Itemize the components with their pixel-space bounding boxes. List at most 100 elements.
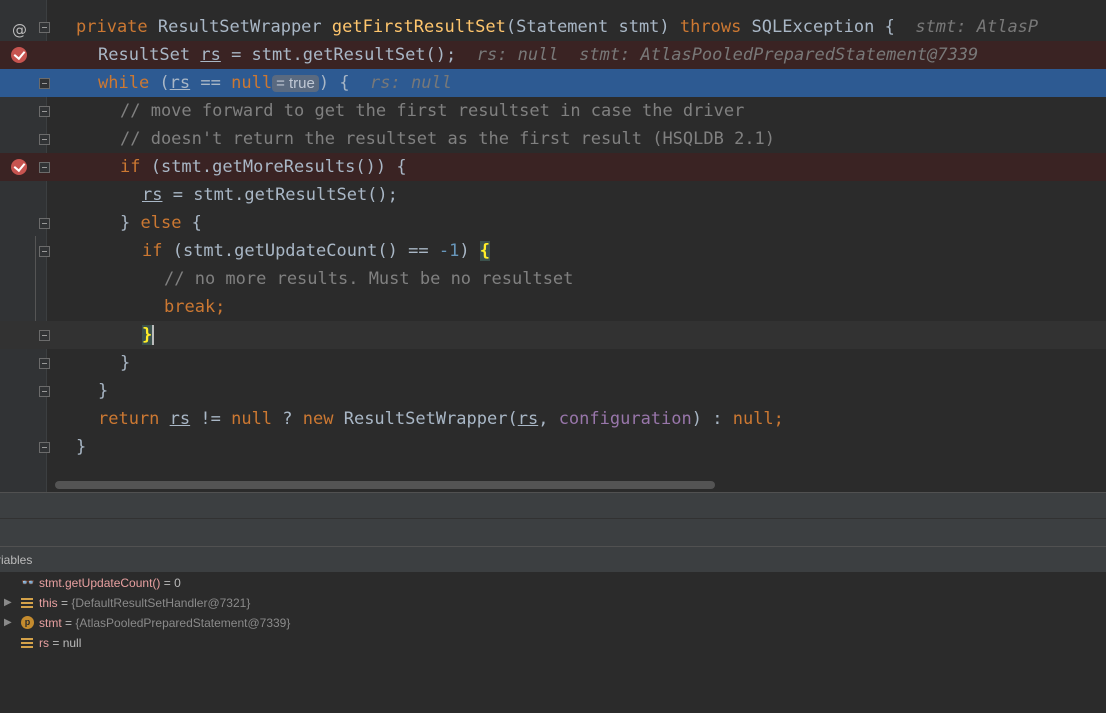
keyword: private xyxy=(76,17,158,37)
parameter-icon: p xyxy=(21,616,34,629)
code-editor[interactable]: @ private ResultSetWrapper getFirstResul… xyxy=(0,0,1106,492)
code-line-6[interactable]: if (stmt.getMoreResults()) { xyxy=(0,153,1106,181)
keyword: if xyxy=(142,241,173,261)
code-line-15[interactable]: return rs != null ? new ResultSetWrapper… xyxy=(0,405,1106,433)
code-line-7[interactable]: rs = stmt.getResultSet(); xyxy=(0,181,1106,209)
variables-title: riables xyxy=(0,553,33,567)
variable-row[interactable]: rs = null xyxy=(0,633,1106,653)
inline-debug-value: rs: null xyxy=(370,73,452,93)
horizontal-scrollbar[interactable] xyxy=(55,481,715,489)
variable-separator: = xyxy=(160,576,175,590)
matched-brace: } xyxy=(142,325,153,345)
fold-toggle-icon[interactable] xyxy=(39,442,50,453)
variable-value: null xyxy=(62,636,82,650)
code-text: ) xyxy=(459,241,480,261)
expand-arrow-icon[interactable]: ▶ xyxy=(4,593,12,613)
code-line-4[interactable]: // move forward to get the first results… xyxy=(0,97,1106,125)
fold-toggle-icon[interactable] xyxy=(39,134,50,145)
inline-debug-value: rs: null xyxy=(476,45,559,65)
fold-toggle-icon[interactable] xyxy=(39,106,50,117)
code-text: , xyxy=(538,409,559,429)
variable-value: {AtlasPooledPreparedStatement@7339} xyxy=(75,616,291,630)
expand-arrow-icon[interactable]: ▶ xyxy=(4,613,12,633)
code-text: SQLException { xyxy=(751,17,895,37)
variable-separator: = xyxy=(61,616,76,630)
code-line-1[interactable]: @ private ResultSetWrapper getFirstResul… xyxy=(0,13,1106,41)
keyword: new xyxy=(302,409,344,429)
code-text: ? xyxy=(272,409,303,429)
keyword: else xyxy=(140,213,182,233)
keyword: while xyxy=(98,73,160,93)
code-text: } xyxy=(120,353,131,373)
matched-brace: { xyxy=(479,241,491,261)
code-text: { xyxy=(181,213,202,233)
code-comment: // doesn't return the resultset as the f… xyxy=(120,129,776,149)
code-text: == xyxy=(190,73,232,93)
watch-glasses-icon: 👓 xyxy=(21,577,35,589)
breakpoint-icon[interactable] xyxy=(11,159,27,175)
code-line-10[interactable]: // no more results. Must be no resultset xyxy=(0,265,1106,293)
keyword: return xyxy=(98,409,170,429)
fold-toggle-icon[interactable] xyxy=(39,78,50,89)
inline-debug-value: stmt: AtlasP xyxy=(915,17,1039,37)
code-line-16[interactable]: } xyxy=(0,433,1106,461)
variable-value: {DefaultResultSetHandler@7321} xyxy=(71,596,251,610)
code-line-14[interactable]: } xyxy=(0,377,1106,405)
code-line-2[interactable]: ResultSet rs = stmt.getResultSet(); rs: … xyxy=(0,41,1106,69)
code-line-3[interactable]: while (rs == null = true) { rs: null xyxy=(0,69,1106,97)
variable-row[interactable]: ▶ p stmt = {AtlasPooledPreparedStatement… xyxy=(0,613,1106,633)
keyword: ; xyxy=(773,409,784,429)
variable-name: stmt xyxy=(39,616,62,630)
variable-row[interactable]: 👓 stmt.getUpdateCount() = 0 xyxy=(0,573,1106,593)
code-text: (stmt.getUpdateCount() == xyxy=(172,241,439,261)
variable-rs: rs xyxy=(169,409,191,429)
inline-debug-value: stmt: AtlasPooledPreparedStatement@7339 xyxy=(579,45,979,65)
variable-name: rs xyxy=(39,636,49,650)
keyword: throws xyxy=(679,17,752,37)
override-at-icon[interactable]: @ xyxy=(12,16,27,44)
code-text: ResultSetWrapper( xyxy=(343,409,518,429)
method-name: getFirstResultSet xyxy=(331,17,506,37)
inline-evaluation-badge: = true xyxy=(272,75,319,92)
field-icon xyxy=(21,598,33,608)
code-comment: // no more results. Must be no resultset xyxy=(164,269,574,289)
variables-panel-header: riables xyxy=(0,546,1106,574)
code-line-5[interactable]: // doesn't return the resultset as the f… xyxy=(0,125,1106,153)
fold-toggle-icon[interactable] xyxy=(39,22,50,33)
variable-separator: = xyxy=(49,636,63,650)
debug-toolbar xyxy=(0,518,1106,547)
code-line-12[interactable]: } xyxy=(0,321,1106,349)
fold-toggle-icon[interactable] xyxy=(39,358,50,369)
code-text: ResultSet xyxy=(98,45,201,65)
fold-toggle-icon[interactable] xyxy=(39,246,50,257)
code-text: } xyxy=(98,381,109,401)
code-text: = stmt.getResultSet(); xyxy=(162,185,398,205)
code-line-9[interactable]: if (stmt.getUpdateCount() == -1) { xyxy=(0,237,1106,265)
variables-tree[interactable]: 👓 stmt.getUpdateCount() = 0 ▶ this = {De… xyxy=(0,572,1106,674)
variable-rs: rs xyxy=(142,185,163,205)
code-text: } xyxy=(120,213,141,233)
fold-toggle-icon[interactable] xyxy=(39,162,50,173)
code-text: ) : xyxy=(691,409,733,429)
variable-separator: = xyxy=(57,596,72,610)
keyword: break; xyxy=(164,297,226,317)
fold-toggle-icon[interactable] xyxy=(39,330,50,341)
debug-tool-window-header xyxy=(0,492,1106,519)
text-caret xyxy=(152,325,155,345)
variable-rs: rs xyxy=(200,45,221,65)
variable-name: this xyxy=(39,596,58,610)
code-text: } xyxy=(76,437,87,457)
code-line-13[interactable]: } xyxy=(0,349,1106,377)
fold-toggle-icon[interactable] xyxy=(39,386,50,397)
breakpoint-icon[interactable] xyxy=(11,47,27,63)
keyword: null xyxy=(231,409,273,429)
type-name: ResultSetWrapper xyxy=(157,17,332,37)
fold-toggle-icon[interactable] xyxy=(39,218,50,229)
code-line-11[interactable]: break; xyxy=(0,293,1106,321)
code-text: (stmt.getMoreResults()) { xyxy=(150,157,407,177)
variable-rs: rs xyxy=(169,73,191,93)
code-text: != xyxy=(190,409,232,429)
variable-row[interactable]: ▶ this = {DefaultResultSetHandler@7321} xyxy=(0,593,1106,613)
code-text: ( xyxy=(159,73,170,93)
code-line-8[interactable]: } else { xyxy=(0,209,1106,237)
